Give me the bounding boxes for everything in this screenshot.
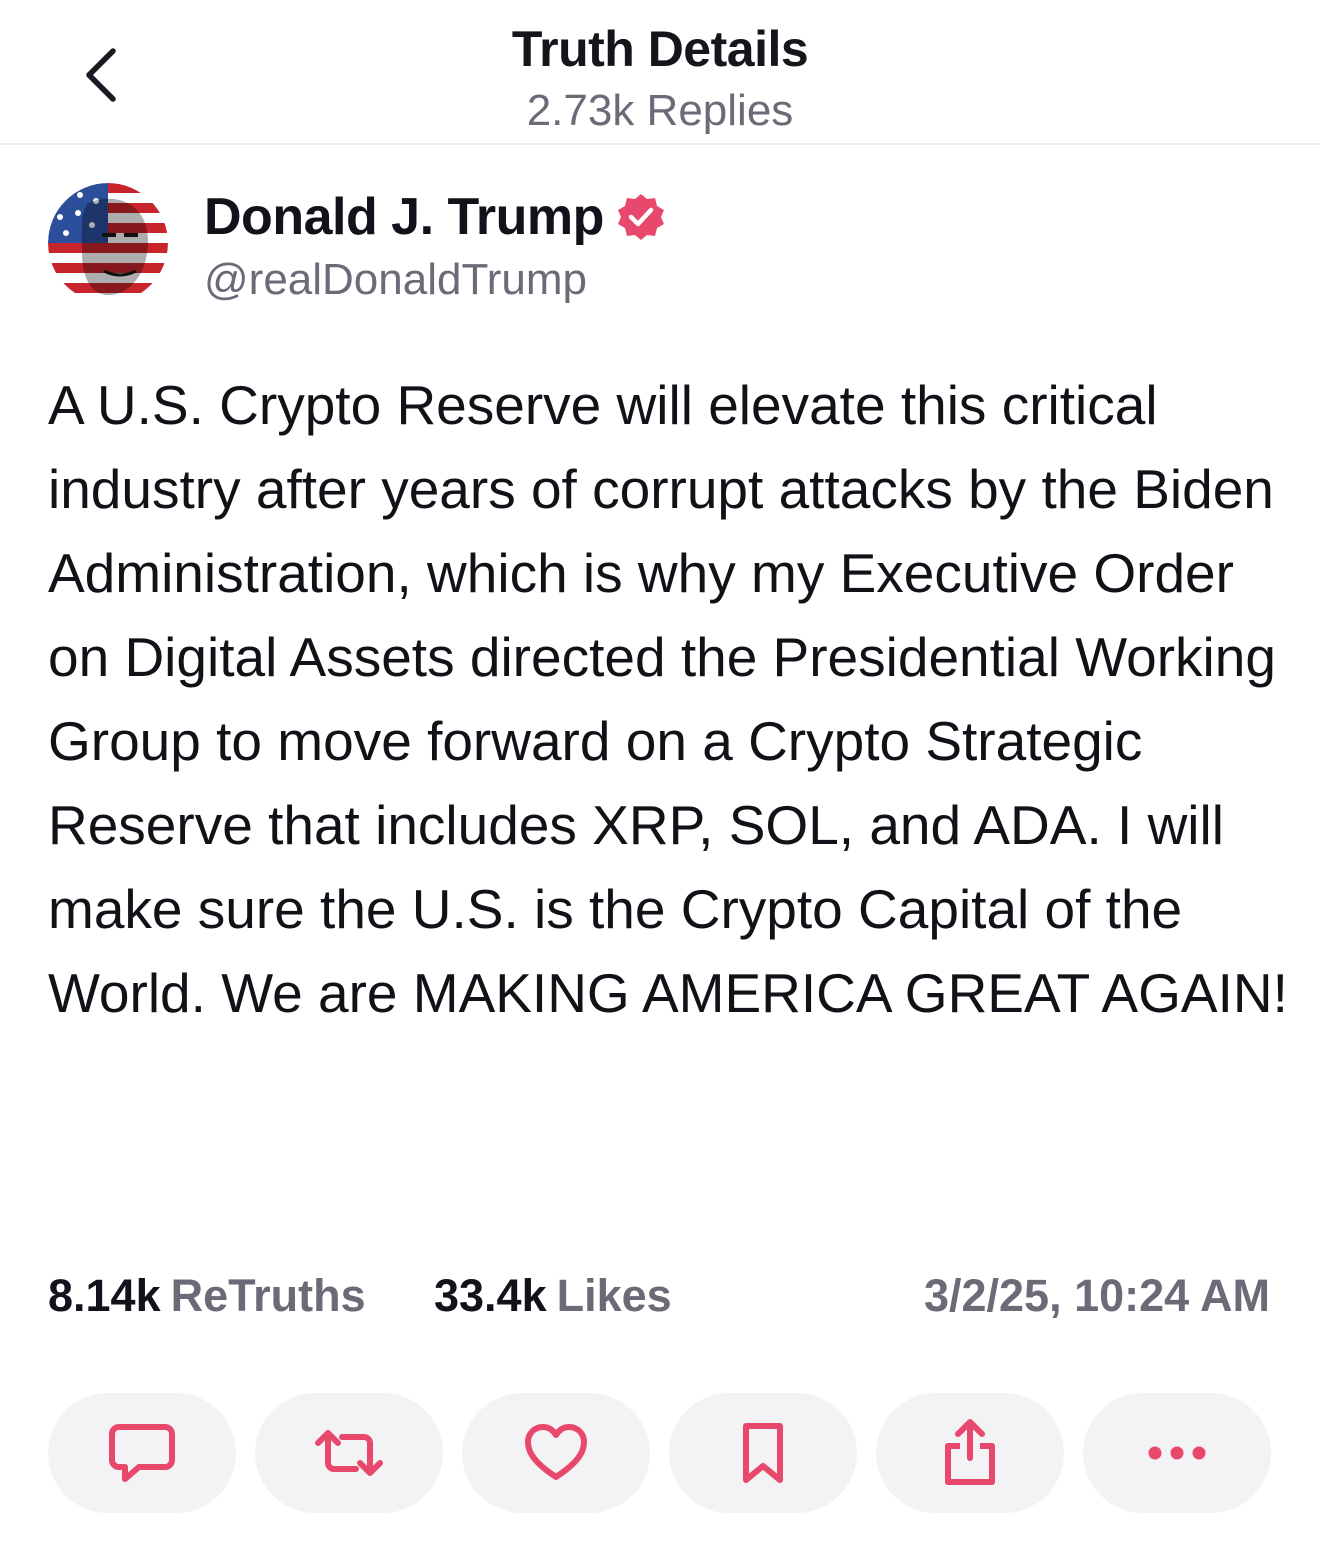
avatar[interactable] bbox=[48, 183, 168, 303]
share-button[interactable] bbox=[876, 1393, 1064, 1513]
author-row: Donald J. Trump @realDonaldTrump bbox=[48, 183, 1278, 308]
share-icon bbox=[945, 1419, 995, 1485]
verified-badge-icon bbox=[616, 192, 666, 242]
retruths-count: 8.14k bbox=[48, 1270, 161, 1321]
author-handle[interactable]: @realDonaldTrump bbox=[204, 255, 587, 305]
bookmark-button[interactable] bbox=[669, 1393, 857, 1513]
like-button[interactable] bbox=[462, 1393, 650, 1513]
page-title: Truth Details bbox=[511, 21, 809, 77]
retruth-button[interactable] bbox=[255, 1393, 443, 1513]
comment-icon bbox=[109, 1424, 175, 1482]
bookmark-icon bbox=[743, 1423, 783, 1483]
retruths-label: ReTruths bbox=[170, 1270, 366, 1321]
likes-label: Likes bbox=[556, 1270, 672, 1321]
post-stats: 8.14k ReTruths 33.4k Likes 3/2/25, 10:24 A… bbox=[48, 1270, 1270, 1334]
repost-icon bbox=[315, 1430, 383, 1476]
author-name-row: Donald J. Trump bbox=[204, 187, 666, 247]
likes-stat[interactable]: 33.4k Likes bbox=[434, 1270, 672, 1322]
post-timestamp: 3/2/25, 10:24 AM bbox=[923, 1270, 1270, 1321]
reply-button[interactable] bbox=[48, 1393, 236, 1513]
more-button[interactable] bbox=[1083, 1393, 1271, 1513]
retruths-stat[interactable]: 8.14k ReTruths bbox=[48, 1270, 366, 1322]
heart-icon bbox=[525, 1424, 587, 1480]
post-body: A U.S. Crypto Reserve will elevate this … bbox=[48, 374, 1288, 1024]
likes-count: 33.4k bbox=[434, 1270, 547, 1321]
top-bar: Truth Details 2.73k Replies bbox=[0, 0, 1320, 145]
replies-count[interactable]: 2.73k Replies bbox=[0, 86, 1320, 136]
action-bar bbox=[48, 1393, 1272, 1513]
more-horizontal-icon bbox=[1148, 1446, 1206, 1460]
author-name[interactable]: Donald J. Trump bbox=[204, 187, 604, 247]
